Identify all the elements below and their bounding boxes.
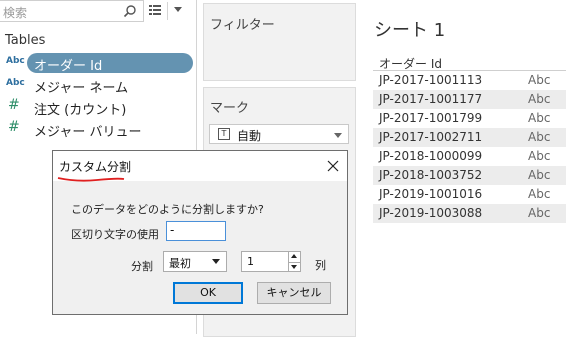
chevron-down-icon: [334, 133, 342, 138]
cell-abc: Abc: [528, 168, 551, 182]
cell-abc: Abc: [528, 149, 551, 163]
string-type-icon: Abc: [6, 78, 25, 88]
cell-order-id: JP-2017-1001799: [379, 111, 483, 125]
field-label: オーダー Id: [34, 59, 103, 74]
field-order-count[interactable]: # 注文 (カウント): [0, 96, 195, 118]
field-measure-values[interactable]: # メジャー バリュー: [0, 118, 195, 140]
filters-card[interactable]: フィルター: [203, 3, 356, 81]
cell-abc: Abc: [528, 111, 551, 125]
cell-abc: Abc: [528, 130, 551, 144]
tables-heading: Tables: [5, 33, 46, 48]
text-mark-icon: T: [218, 128, 230, 140]
search-input[interactable]: 検索: [0, 0, 144, 22]
split-mode-select[interactable]: 最初: [163, 251, 227, 272]
cell-abc: Abc: [528, 206, 551, 220]
cell-order-id: JP-2017-1002711: [379, 130, 483, 144]
cell-order-id: JP-2018-1003752: [379, 168, 483, 182]
delimiter-input[interactable]: -: [166, 221, 226, 241]
field-measure-names[interactable]: Abc メジャー ネーム: [0, 74, 195, 96]
chevron-down-icon[interactable]: [174, 7, 182, 12]
cancel-button[interactable]: キャンセル: [257, 282, 331, 304]
close-icon[interactable]: [327, 160, 339, 172]
annotation-underline: [57, 177, 125, 182]
list-view-icon[interactable]: [148, 3, 162, 17]
cell-abc: Abc: [528, 187, 551, 201]
number-type-icon: #: [8, 119, 20, 135]
column-count-value: 1: [247, 255, 254, 268]
spin-down-icon[interactable]: [288, 262, 300, 271]
mark-type-dropdown[interactable]: T 自動: [209, 124, 349, 144]
table-row[interactable]: JP-2017-1002711 Abc: [373, 128, 566, 147]
dialog-title: カスタム分割: [59, 160, 132, 174]
number-type-icon: #: [8, 97, 20, 113]
table-row[interactable]: JP-2018-1003752 Abc: [373, 166, 566, 185]
table-row[interactable]: JP-2017-1001177 Abc: [373, 90, 566, 109]
dialog-titlebar[interactable]: カスタム分割: [53, 151, 347, 182]
count-unit-label: 列: [315, 259, 326, 272]
field-order-id[interactable]: Abc オーダー Id: [0, 52, 195, 74]
field-label: メジャー ネーム: [34, 81, 129, 96]
search-placeholder: 検索: [3, 6, 28, 20]
marks-title: マーク: [210, 101, 250, 116]
table-row[interactable]: JP-2017-1001113 Abc: [373, 71, 566, 90]
field-label: メジャー バリュー: [34, 125, 142, 140]
cell-abc: Abc: [528, 73, 551, 87]
delimiter-label: 区切り文字の使用: [71, 228, 159, 241]
field-label: 注文 (カウント): [34, 103, 127, 118]
cell-order-id: JP-2017-1001177: [379, 92, 483, 106]
spin-up-icon[interactable]: [288, 252, 300, 262]
table-row[interactable]: JP-2019-1001016 Abc: [373, 185, 566, 204]
cell-order-id: JP-2019-1003088: [379, 206, 483, 220]
filters-title: フィルター: [210, 18, 275, 33]
split-mode-value: 最初: [169, 257, 191, 270]
dialog-question: このデータをどのように分割しますか?: [71, 203, 264, 216]
table-row[interactable]: JP-2017-1001799 Abc: [373, 109, 566, 128]
ok-button[interactable]: OK: [173, 282, 243, 304]
cell-order-id: JP-2018-1000099: [379, 149, 483, 163]
search-icon[interactable]: [123, 4, 137, 18]
string-type-icon: Abc: [6, 56, 25, 66]
cell-order-id: JP-2019-1001016: [379, 187, 483, 201]
toolbar-divider: [167, 2, 168, 20]
chevron-down-icon: [212, 259, 220, 264]
column-count-stepper[interactable]: 1: [241, 251, 301, 272]
sheet-title: シート 1: [374, 20, 446, 41]
custom-split-dialog: カスタム分割 このデータをどのように分割しますか? 区切り文字の使用 - 分割 …: [52, 150, 348, 315]
table-row[interactable]: JP-2019-1003088 Abc: [373, 204, 566, 223]
table-row[interactable]: JP-2018-1000099 Abc: [373, 147, 566, 166]
split-label: 分割: [131, 260, 153, 273]
cell-abc: Abc: [528, 92, 551, 106]
cell-order-id: JP-2017-1001113: [379, 73, 483, 87]
mark-type-label: 自動: [237, 129, 262, 143]
